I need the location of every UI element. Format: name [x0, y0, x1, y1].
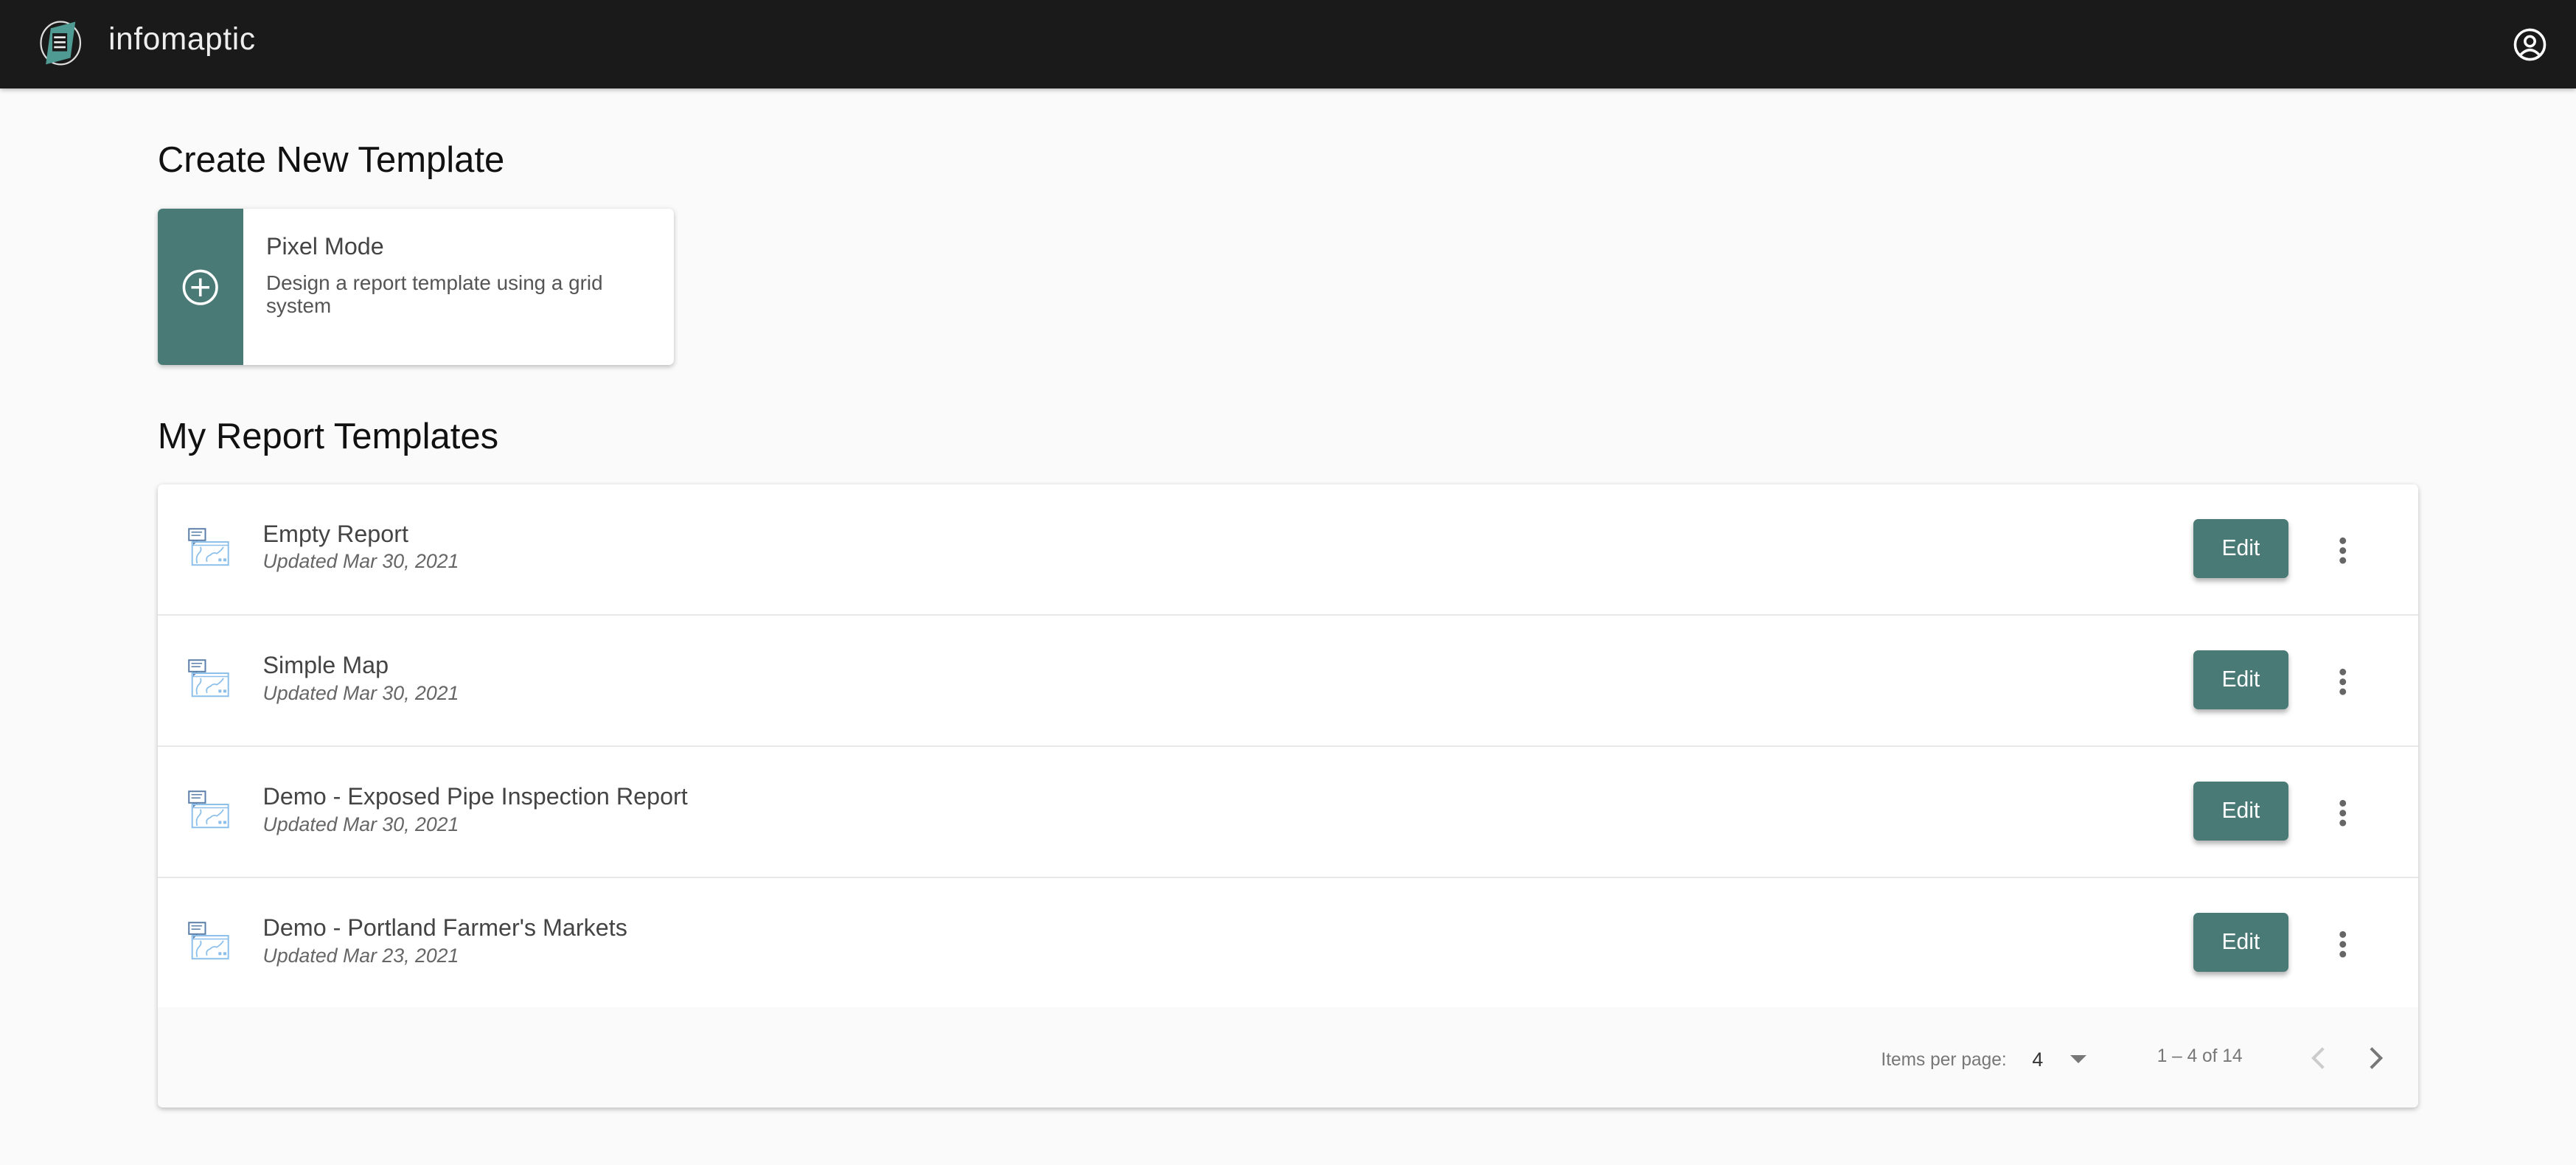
template-name[interactable]: Simple Map	[263, 652, 389, 679]
template-name[interactable]: Empty Report	[263, 521, 408, 548]
template-name[interactable]: Demo - Exposed Pipe Inspection Report	[263, 783, 688, 810]
account-circle-icon[interactable]	[2512, 27, 2548, 63]
page-range-label: 1 – 4 of 14	[2156, 1046, 2243, 1067]
dropdown-arrow-icon[interactable]	[2069, 1054, 2086, 1063]
previous-page-icon[interactable]	[2307, 1043, 2330, 1073]
paginator: Items per page: 4 1 – 4 of 14	[157, 1006, 2419, 1107]
edit-button[interactable]: Edit	[2193, 519, 2288, 579]
app-root: infomaptic Create New Template Pixel Mod…	[0, 0, 2576, 1165]
template-row[interactable]: Demo - Portland Farmer's Markets Updated …	[157, 878, 2419, 1010]
more-options-icon[interactable]	[2323, 662, 2362, 701]
pixel-mode-card[interactable]: Pixel Mode Design a report template usin…	[157, 208, 674, 365]
edit-button[interactable]: Edit	[2193, 913, 2288, 973]
report-template-icon	[187, 527, 230, 566]
my-templates-heading: My Report Templates	[157, 416, 499, 456]
plus-circle-icon	[182, 269, 218, 305]
card-description: Design a report template using a grid sy…	[265, 271, 603, 317]
items-per-page-label: Items per page:	[1881, 1049, 2007, 1070]
more-options-icon[interactable]	[2323, 925, 2362, 964]
edit-button[interactable]: Edit	[2193, 782, 2288, 841]
report-template-icon	[187, 921, 230, 960]
template-row[interactable]: Demo - Exposed Pipe Inspection Report Upd…	[157, 747, 2419, 879]
create-template-heading: Create New Template	[157, 140, 505, 181]
template-updated-date: Updated Mar 23, 2021	[262, 944, 459, 967]
brand-name: infomaptic	[108, 21, 256, 56]
edit-button[interactable]: Edit	[2193, 650, 2288, 710]
template-row[interactable]: Simple Map Updated Mar 30, 2021 Edit	[157, 616, 2419, 748]
template-updated-date: Updated Mar 30, 2021	[262, 813, 459, 835]
template-list: Empty Report Updated Mar 30, 2021 Edit Simp…	[157, 484, 2419, 1107]
report-template-icon	[187, 658, 230, 698]
template-updated-date: Updated Mar 30, 2021	[262, 550, 459, 573]
items-per-page-select[interactable]: 4	[2032, 1048, 2043, 1071]
template-row[interactable]: Empty Report Updated Mar 30, 2021 Edit	[157, 484, 2419, 616]
next-page-icon[interactable]	[2364, 1043, 2387, 1073]
card-title: Pixel Mode	[265, 233, 384, 260]
template-updated-date: Updated Mar 30, 2021	[262, 681, 459, 704]
infomaptic-logo-icon[interactable]	[38, 18, 83, 68]
report-template-icon	[187, 790, 230, 829]
more-options-icon[interactable]	[2323, 793, 2362, 832]
more-options-icon[interactable]	[2323, 531, 2362, 570]
top-bar: infomaptic	[0, 0, 2576, 89]
template-name[interactable]: Demo - Portland Farmer's Markets	[263, 914, 627, 942]
